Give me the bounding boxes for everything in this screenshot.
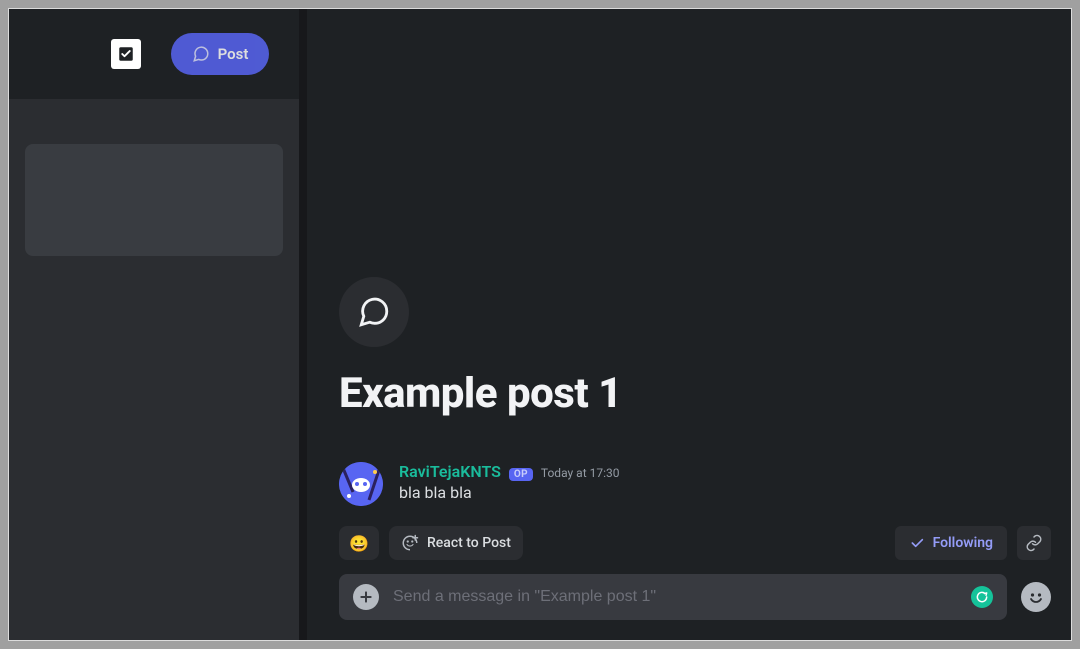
sidebar-card-placeholder[interactable]: [25, 144, 283, 256]
message-header: RaviTejaKNTS OP Today at 17:30: [399, 462, 619, 481]
chat-bubble-icon: [357, 295, 391, 329]
avatar[interactable]: [339, 462, 383, 506]
message-input[interactable]: [393, 588, 957, 606]
chat-bubble-icon: [192, 45, 210, 63]
react-emoji-button[interactable]: 😀: [339, 526, 379, 560]
add-reaction-icon: [401, 534, 419, 552]
author-name[interactable]: RaviTejaKNTS: [399, 462, 501, 481]
op-badge: OP: [509, 468, 533, 481]
message-input-box[interactable]: [339, 574, 1007, 620]
message-row: RaviTejaKNTS OP Today at 17:30 bla bla b…: [339, 462, 1051, 506]
chat-panel: Example post 1 R: [299, 9, 1071, 640]
message-timestamp: Today at 17:30: [541, 466, 620, 480]
link-icon: [1025, 534, 1043, 552]
card-checkbox-icon[interactable]: [111, 39, 141, 69]
grammarly-icon[interactable]: [971, 586, 993, 608]
post-button-label: Post: [218, 45, 249, 63]
composer-row: [339, 574, 1051, 620]
react-to-post-label: React to Post: [427, 535, 511, 551]
new-post-button[interactable]: Post: [171, 33, 269, 75]
following-button[interactable]: Following: [895, 526, 1007, 560]
attach-button[interactable]: [353, 584, 379, 610]
message-content: RaviTejaKNTS OP Today at 17:30 bla bla b…: [399, 462, 619, 506]
sidebar-header: Post: [9, 9, 299, 99]
app-window: Post Example post 1: [8, 8, 1072, 641]
chat-content: Example post 1 R: [339, 277, 1051, 620]
share-link-button[interactable]: [1017, 526, 1051, 560]
check-icon: [909, 535, 925, 551]
following-label: Following: [933, 535, 993, 551]
react-to-post-button[interactable]: React to Post: [389, 526, 523, 560]
grinning-emoji-icon: 😀: [349, 534, 369, 553]
post-title: Example post 1: [339, 369, 1051, 418]
post-actions-row: 😀 React to Post Following: [339, 526, 1051, 560]
message-body: bla bla bla: [399, 483, 619, 502]
thread-icon-disc: [339, 277, 409, 347]
channel-sidebar: Post: [9, 9, 299, 640]
emoji-picker-button[interactable]: [1021, 582, 1051, 612]
